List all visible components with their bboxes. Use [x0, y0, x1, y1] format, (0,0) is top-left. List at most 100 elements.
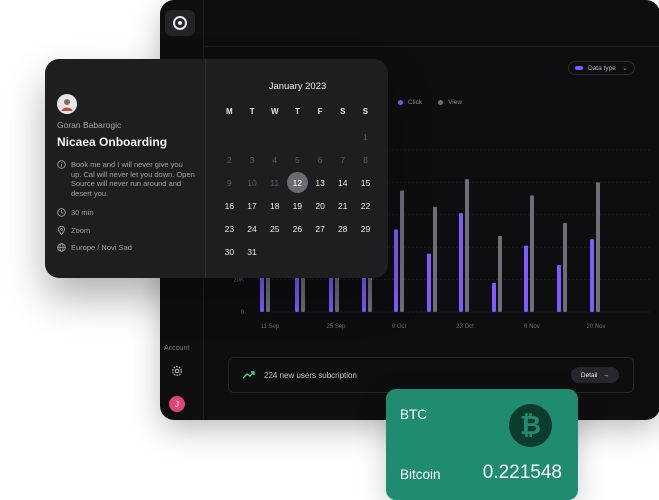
btc-name: Bitcoin — [400, 467, 441, 482]
day-cell-14[interactable]: 14 — [331, 171, 354, 194]
day-cell-8: 8 — [363, 154, 368, 165]
day-cell-18[interactable]: 18 — [263, 194, 286, 217]
bar-click — [394, 229, 398, 312]
app-logo-icon[interactable] — [165, 10, 195, 36]
event-duration: 30 min — [57, 208, 205, 218]
day-cell-5: 5 — [295, 154, 300, 165]
day-cell-9: 9 — [226, 177, 232, 188]
new-users-notice: 224 new users subcription Detail → — [228, 357, 634, 393]
event-timezone[interactable]: Europe / Novi Sad — [57, 243, 205, 253]
x-tick-label: 23 Oct — [456, 324, 474, 330]
user-avatar[interactable]: J — [169, 396, 185, 412]
legend-label-click: Click — [408, 99, 423, 106]
bar-click — [492, 282, 496, 312]
day-cell-2: 2 — [226, 154, 232, 165]
bitcoin-icon: ₿ — [509, 404, 552, 447]
day-cell-29[interactable]: 29 — [354, 217, 377, 240]
event-location: Zoom — [57, 225, 205, 236]
detail-button[interactable]: Detail → — [570, 367, 619, 383]
day-cell-28[interactable]: 28 — [331, 217, 354, 240]
weekday-label: F — [317, 107, 323, 116]
account-label: Account — [164, 345, 190, 352]
host-name: Goran Babarogic — [57, 120, 122, 130]
clock-icon — [57, 208, 66, 217]
event-title: Nicaea Onboarding — [57, 135, 168, 149]
host-avatar — [57, 94, 77, 114]
day-cell-31[interactable]: 31 — [241, 240, 264, 263]
weekday-label: T — [294, 107, 300, 116]
bar-view — [563, 222, 567, 312]
detail-button-label: Detail — [580, 371, 598, 379]
day-cell-empty — [218, 125, 241, 148]
weekday-label: M — [226, 107, 233, 116]
weekday-label: T — [249, 107, 255, 116]
event-description-text: Book me and I will never give you up. Ca… — [71, 160, 195, 198]
day-cell-23[interactable]: 23 — [218, 217, 241, 240]
bar-view — [400, 190, 404, 312]
data-type-swatch — [575, 66, 583, 70]
bar-click — [459, 213, 463, 312]
legend-click: Click — [398, 99, 422, 106]
day-cell-empty — [331, 125, 354, 148]
day-cell-19[interactable]: 19 — [286, 194, 309, 217]
location-pin-icon — [57, 225, 66, 235]
notice-text: 224 new users subcription — [264, 370, 357, 380]
bar-view — [498, 235, 502, 312]
booking-card: Goran Babarogic Nicaea Onboarding Book m… — [45, 59, 388, 278]
days-grid: 1 2 3 4 5 6 7 8 9 10 11 12 13 14 15 16 17 18 19 20 21 22 23 24 2… — [218, 125, 377, 263]
day-cell-4: 4 — [272, 154, 278, 165]
btc-card: BTC ₿ Bitcoin 0.221548 — [386, 389, 578, 500]
chevron-down-icon: ⌄ — [622, 65, 628, 72]
day-cell-24[interactable]: 24 — [241, 217, 264, 240]
bar-view — [530, 195, 534, 312]
event-description: Book me and I will never give you up. Ca… — [57, 160, 195, 198]
weekday-header: MTWTFSS — [218, 107, 377, 116]
day-cell-26[interactable]: 26 — [286, 217, 309, 240]
day-cell-3: 3 — [249, 154, 255, 165]
bar-view — [596, 182, 600, 312]
selected-day[interactable]: 12 — [286, 172, 308, 193]
day-cell-7: 7 — [340, 154, 346, 165]
weekday-label: S — [340, 107, 346, 116]
y-tick-label: 0 — [241, 310, 245, 316]
day-cell-22[interactable]: 22 — [354, 194, 377, 217]
data-type-dropdown[interactable]: Data type ⌄ — [568, 61, 635, 75]
day-cell-6: 6 — [317, 154, 323, 165]
day-cell-empty — [263, 125, 286, 148]
legend-view: View — [438, 99, 462, 106]
day-cell-10: 10 — [247, 177, 257, 188]
arrow-right-icon: → — [602, 371, 610, 379]
day-cell-15[interactable]: 15 — [354, 171, 377, 194]
day-cell-21[interactable]: 21 — [331, 194, 354, 217]
x-tick-label: 6 Nov — [524, 324, 540, 330]
day-cell-12[interactable]: 12 — [286, 171, 309, 194]
bar-view — [465, 179, 469, 312]
day-cell-1: 1 — [363, 131, 368, 142]
weekday-label: S — [362, 107, 369, 116]
day-cell-17[interactable]: 17 — [241, 194, 264, 217]
day-cell-20[interactable]: 20 — [309, 194, 332, 217]
trend-up-icon — [243, 371, 255, 379]
x-tick-label: 9 Oct — [392, 324, 407, 330]
header-divider — [204, 46, 659, 47]
btc-value: 0.221548 — [482, 462, 562, 483]
day-cell-empty — [241, 125, 264, 148]
event-details: Goran Babarogic Nicaea Onboarding Book m… — [45, 59, 206, 278]
day-cell-13[interactable]: 13 — [309, 171, 332, 194]
x-tick-label: 20 Nov — [586, 324, 605, 330]
day-cell-25[interactable]: 25 — [263, 217, 286, 240]
bar-click — [295, 276, 299, 312]
globe-icon — [57, 243, 66, 252]
day-cell-27[interactable]: 27 — [309, 217, 332, 240]
weekday-label: W — [270, 107, 279, 116]
day-cell-16[interactable]: 16 — [218, 194, 241, 217]
date-picker: January 2023 MTWTFSS 1 2 3 4 5 6 7 8 9 10 11 12 13 14… — [207, 59, 388, 278]
day-cell-empty — [309, 125, 332, 148]
btc-symbol: BTC — [400, 407, 427, 422]
day-cell-30[interactable]: 30 — [218, 240, 241, 263]
bar-click — [524, 245, 528, 312]
settings-gear-icon[interactable] — [170, 364, 184, 378]
legend-swatch-click — [398, 100, 403, 105]
event-timezone-text: Europe / Novi Sad — [71, 243, 132, 252]
bar-click — [590, 239, 594, 312]
